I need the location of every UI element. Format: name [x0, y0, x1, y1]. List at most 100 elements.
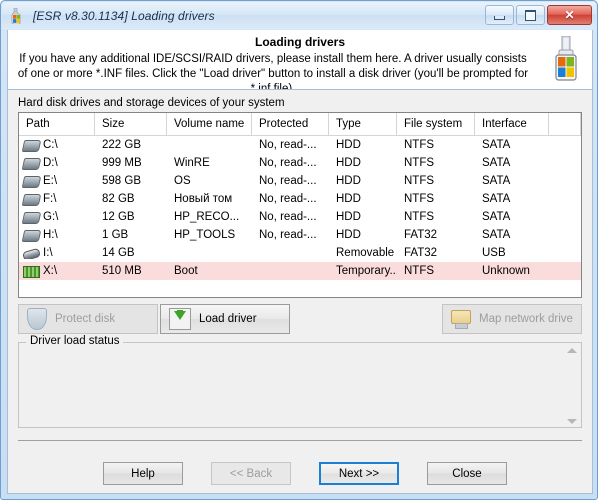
- cell-path-text: I:\: [43, 247, 53, 259]
- network-drive-icon: [451, 310, 471, 329]
- load-driver-label: Load driver: [199, 313, 257, 325]
- cell-type: Temporary...: [336, 265, 397, 277]
- cell-path: E:\: [19, 175, 95, 188]
- column-header-size[interactable]: Size: [95, 113, 167, 135]
- cell-type: HDD: [336, 229, 361, 241]
- cell-volume: Новый том: [174, 193, 233, 205]
- driver-load-status-label: Driver load status: [26, 335, 124, 347]
- minimize-button[interactable]: [485, 5, 514, 25]
- cell-size: 12 GB: [102, 211, 135, 223]
- column-header-file-system[interactable]: File system: [397, 113, 475, 135]
- drives-table[interactable]: Path Size Volume name Protected Type Fil…: [18, 112, 582, 298]
- hdd-icon: [21, 175, 42, 188]
- hdd-icon: [21, 139, 42, 152]
- cell-interface: SATA: [482, 157, 511, 169]
- table-row[interactable]: H:\ 1 GB HP_TOOLS No, read-... HDD FAT32 SATA: [19, 226, 581, 244]
- footer-separator: [18, 440, 582, 441]
- cell-path-text: C:\: [43, 139, 58, 151]
- cell-size: 999 MB: [102, 157, 142, 169]
- minimize-icon: [494, 15, 505, 20]
- cell-path-text: X:\: [43, 265, 58, 277]
- column-header-extra[interactable]: [549, 113, 581, 135]
- cell-size: 510 MB: [102, 265, 142, 277]
- windows-flag-icon: [10, 7, 26, 24]
- page-title: Loading drivers: [254, 35, 346, 49]
- cell-fs: NTFS: [404, 211, 435, 223]
- table-row[interactable]: G:\ 12 GB HP_RECO... No, read-... HDD NTFS SAT…: [19, 208, 581, 226]
- table-row[interactable]: D:\ 999 MB WinRE No, read-... HDD NTFS SATA: [19, 154, 581, 172]
- cell-path: H:\: [19, 229, 95, 242]
- chevron-up-icon[interactable]: [566, 348, 577, 353]
- cell-size: 222 GB: [102, 139, 141, 151]
- cell-protected: No, read-...: [259, 229, 317, 241]
- cell-size: 598 GB: [102, 175, 141, 187]
- protect-disk-button[interactable]: Protect disk: [18, 304, 158, 334]
- cell-path: C:\: [19, 139, 95, 152]
- column-header-interface[interactable]: Interface: [475, 113, 549, 135]
- cell-path-text: F:\: [43, 193, 57, 205]
- cell-size: 1 GB: [102, 229, 129, 241]
- cell-path: X:\: [19, 265, 95, 278]
- cell-size: 82 GB: [102, 193, 135, 205]
- window-controls: ✕: [485, 5, 592, 25]
- cell-type: HDD: [336, 193, 361, 205]
- drives-group-label: Hard disk drives and storage devices of …: [18, 97, 285, 109]
- table-row[interactable]: F:\ 82 GB Новый том No, read-... HDD NTFS SATA: [19, 190, 581, 208]
- cell-type: Removable: [336, 247, 395, 259]
- driver-load-status-box: [18, 342, 582, 428]
- help-button[interactable]: Help: [103, 462, 183, 485]
- hdd-icon: [21, 229, 42, 242]
- status-scrollbar[interactable]: [564, 345, 579, 427]
- application-window: [ESR v8.30.1134] Loading drivers ✕ Loadi…: [0, 0, 598, 500]
- close-icon: ✕: [564, 8, 575, 22]
- cell-protected: No, read-...: [259, 139, 317, 151]
- hdd-icon: [21, 157, 42, 170]
- cell-volume: Boot: [174, 265, 198, 277]
- column-header-type[interactable]: Type: [329, 113, 397, 135]
- table-row[interactable]: E:\ 598 GB OS No, read-... HDD NTFS SATA: [19, 172, 581, 190]
- cell-path: D:\: [19, 157, 95, 170]
- cell-interface: SATA: [482, 229, 511, 241]
- chevron-down-icon[interactable]: [566, 419, 577, 424]
- window-title: [ESR v8.30.1134] Loading drivers: [33, 8, 215, 23]
- cell-interface: SATA: [482, 139, 511, 151]
- close-dialog-button[interactable]: Close: [427, 462, 507, 485]
- shield-icon: [27, 308, 47, 330]
- download-arrow-icon: [169, 308, 191, 330]
- ram-icon: [23, 265, 40, 278]
- column-header-volume-name[interactable]: Volume name: [167, 113, 252, 135]
- maximize-button[interactable]: [516, 5, 545, 25]
- cell-fs: NTFS: [404, 139, 435, 151]
- cell-fs: FAT32: [404, 229, 438, 241]
- usb-drive-icon: [548, 35, 584, 84]
- cell-path: G:\: [19, 211, 95, 224]
- cell-interface: Unknown: [482, 265, 530, 277]
- cell-type: HDD: [336, 157, 361, 169]
- intro-panel: Loading drivers If you have any addition…: [7, 30, 593, 90]
- cell-path-text: G:\: [43, 211, 59, 223]
- cell-path-text: H:\: [43, 229, 58, 241]
- cell-type: HDD: [336, 211, 361, 223]
- back-button[interactable]: << Back: [211, 462, 291, 485]
- table-row[interactable]: X:\ 510 MB Boot Temporary... NTFS Unknown: [19, 262, 581, 280]
- hdd-icon: [21, 211, 42, 224]
- column-header-path[interactable]: Path: [19, 113, 95, 135]
- table-header-row: Path Size Volume name Protected Type Fil…: [19, 113, 581, 136]
- cell-volume: WinRE: [174, 157, 210, 169]
- next-button[interactable]: Next >>: [319, 462, 399, 485]
- close-button[interactable]: ✕: [547, 5, 592, 25]
- cell-volume: OS: [174, 175, 191, 187]
- table-row[interactable]: I:\ 14 GB Removable FAT32 USB: [19, 244, 581, 262]
- cell-path-text: D:\: [43, 157, 58, 169]
- cell-protected: No, read-...: [259, 175, 317, 187]
- column-header-protected[interactable]: Protected: [252, 113, 329, 135]
- cell-path-text: E:\: [43, 175, 58, 187]
- map-network-drive-button[interactable]: Map network drive: [442, 304, 582, 334]
- maximize-icon: [525, 9, 536, 21]
- hdd-icon: [21, 193, 42, 206]
- load-driver-button[interactable]: Load driver: [160, 304, 290, 334]
- cell-interface: SATA: [482, 193, 511, 205]
- cell-fs: NTFS: [404, 193, 435, 205]
- table-row[interactable]: C:\ 222 GB No, read-... HDD NTFS SATA: [19, 136, 581, 154]
- intro-line-2: more *.INF files. Click the "Load driver…: [66, 68, 529, 90]
